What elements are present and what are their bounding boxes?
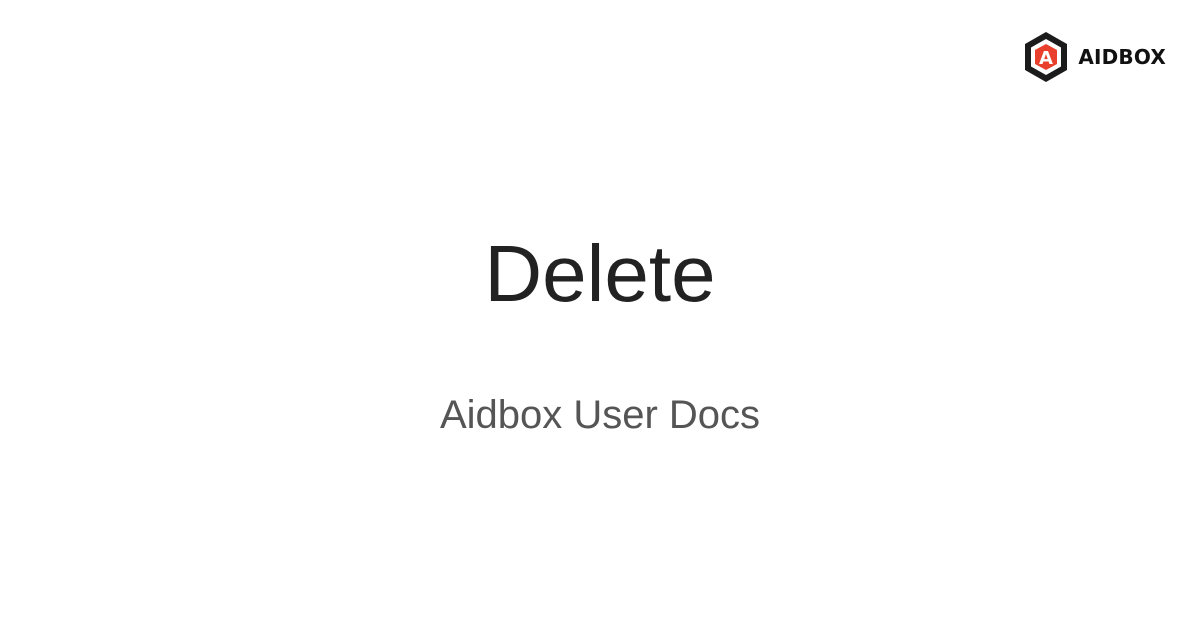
site-name: Aidbox User Docs (439, 393, 761, 437)
brand-name: AIDBOX (1078, 45, 1166, 69)
page-title: Delete (484, 229, 716, 318)
aidbox-logo-icon: A (1025, 32, 1068, 82)
social-preview-card: A AIDBOX Delete Aidbox User Docs (0, 0, 1200, 630)
brand-lockup: A AIDBOX (1022, 30, 1166, 84)
logo-letter: A (1039, 48, 1053, 69)
